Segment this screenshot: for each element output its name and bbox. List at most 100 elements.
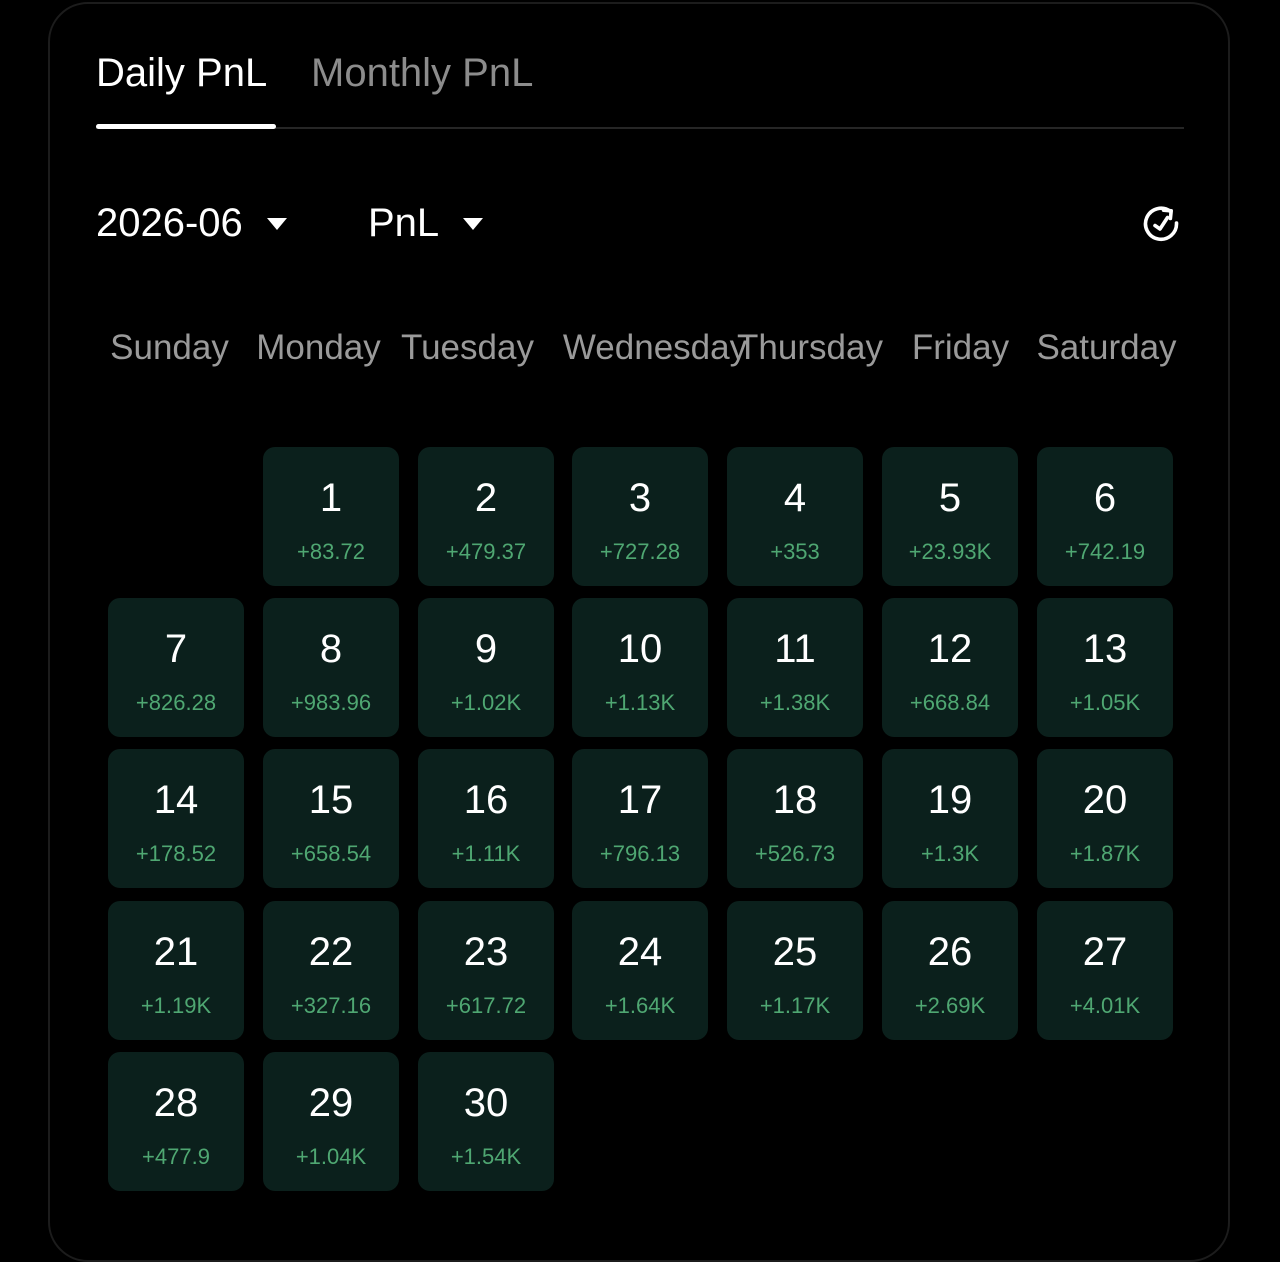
calendar-day-cell[interactable]: 10 +1.13K	[572, 598, 708, 737]
day-pnl-value: +1.3K	[920, 841, 980, 866]
day-number: 19	[927, 778, 973, 822]
day-number: 26	[927, 930, 973, 974]
day-number: 12	[927, 627, 973, 671]
caret-down-icon	[463, 218, 484, 230]
day-pnl-value: +83.72	[297, 539, 365, 564]
day-number: 13	[1082, 627, 1128, 671]
day-pnl-value: +526.73	[754, 841, 836, 866]
day-number: 20	[1082, 778, 1128, 822]
day-pnl-value: +658.54	[290, 841, 372, 866]
weekday-label: Wednesday	[562, 328, 748, 367]
day-number: 11	[774, 627, 816, 671]
day-pnl-value: +178.52	[135, 841, 217, 866]
calendar-day-cell[interactable]: 16 +1.11K	[418, 749, 554, 888]
calendar-day-cell[interactable]: 28 +477.9	[108, 1052, 244, 1191]
weekday-label: Saturday	[1036, 328, 1177, 367]
calendar-controls: 2026-06 PnL	[96, 190, 1184, 260]
day-number: 7	[164, 627, 188, 671]
day-pnl-value: +1.13K	[604, 690, 676, 715]
calendar-day-cell[interactable]: 24 +1.64K	[572, 901, 708, 1040]
day-pnl-value: +353	[770, 539, 820, 564]
calendar-day-cell[interactable]: 9 +1.02K	[418, 598, 554, 737]
day-number: 1	[319, 476, 343, 520]
calendar-day-cell[interactable]: 20 +1.87K	[1037, 749, 1173, 888]
day-pnl-value: +479.37	[445, 539, 527, 564]
day-pnl-value: +796.13	[599, 841, 681, 866]
calendar-grid: 1 +83.72 2 +479.37 3 +727.28 4 +353 5 +23.93K 6 +74…	[108, 447, 1173, 1192]
pnl-tabs: Daily PnL Monthly PnL	[96, 40, 1184, 130]
day-pnl-value: +1.17K	[759, 993, 831, 1018]
calendar-day-cell[interactable]: 26 +2.69K	[882, 901, 1018, 1040]
day-pnl-value: +1.04K	[295, 1144, 367, 1169]
day-pnl-value: +742.19	[1064, 539, 1146, 564]
calendar-day-cell[interactable]: 22 +327.16	[263, 901, 399, 1040]
weekday-label: Monday	[256, 328, 381, 367]
weekday-header: Sunday Monday Tuesday Wednesday Thursday…	[104, 325, 1186, 375]
tab-daily-pnl[interactable]: Daily PnL	[96, 50, 267, 96]
day-pnl-value: +1.38K	[759, 690, 831, 715]
month-dropdown[interactable]: 2026-06	[96, 200, 287, 246]
calendar-day-cell[interactable]: 27 +4.01K	[1037, 901, 1173, 1040]
calendar-day-cell[interactable]: 5 +23.93K	[882, 447, 1018, 586]
day-pnl-value: +983.96	[290, 690, 372, 715]
day-number: 21	[153, 930, 199, 974]
calendar-day-cell[interactable]: 11 +1.38K	[727, 598, 863, 737]
calendar-day-cell[interactable]: 19 +1.3K	[882, 749, 1018, 888]
calendar-day-cell[interactable]: 14 +178.52	[108, 749, 244, 888]
day-number: 15	[308, 778, 354, 822]
day-number: 6	[1093, 476, 1117, 520]
day-number: 18	[772, 778, 818, 822]
calendar-day-cell[interactable]: 3 +727.28	[572, 447, 708, 586]
calendar-day-cell[interactable]: 30 +1.54K	[418, 1052, 554, 1191]
day-number: 16	[463, 778, 509, 822]
active-tab-indicator	[96, 124, 276, 129]
calendar-day-cell[interactable]: 7 +826.28	[108, 598, 244, 737]
refresh-icon	[1143, 206, 1179, 242]
day-pnl-value: +1.87K	[1069, 841, 1141, 866]
day-pnl-value: +23.93K	[908, 539, 992, 564]
calendar-day-cell[interactable]: 29 +1.04K	[263, 1052, 399, 1191]
day-number: 3	[628, 476, 652, 520]
calendar-day-cell[interactable]: 8 +983.96	[263, 598, 399, 737]
calendar-day-cell[interactable]: 18 +526.73	[727, 749, 863, 888]
calendar-day-cell[interactable]: 2 +479.37	[418, 447, 554, 586]
day-number: 4	[783, 476, 807, 520]
day-pnl-value: +327.16	[290, 993, 372, 1018]
day-pnl-value: +1.02K	[450, 690, 522, 715]
calendar-day-cell[interactable]: 1 +83.72	[263, 447, 399, 586]
day-pnl-value: +1.64K	[604, 993, 676, 1018]
month-dropdown-value: 2026-06	[96, 201, 243, 245]
day-number: 22	[308, 930, 354, 974]
calendar-day-cell[interactable]: 12 +668.84	[882, 598, 1018, 737]
day-pnl-value: +4.01K	[1069, 993, 1141, 1018]
weekday-label: Thursday	[737, 328, 883, 367]
calendar-day-cell[interactable]: 13 +1.05K	[1037, 598, 1173, 737]
day-pnl-value: +727.28	[599, 539, 681, 564]
calendar-day-cell[interactable]: 15 +658.54	[263, 749, 399, 888]
refresh-button[interactable]	[1140, 202, 1182, 244]
tab-monthly-pnl[interactable]: Monthly PnL	[311, 50, 533, 96]
day-number: 27	[1082, 930, 1128, 974]
day-number: 29	[308, 1081, 354, 1125]
weekday-label: Tuesday	[401, 328, 534, 367]
day-pnl-value: +477.9	[142, 1144, 210, 1169]
day-number: 28	[153, 1081, 199, 1125]
day-pnl-value: +1.19K	[140, 993, 212, 1018]
weekday-label: Friday	[911, 328, 1010, 367]
calendar-day-cell[interactable]: 6 +742.19	[1037, 447, 1173, 586]
day-pnl-value: +826.28	[135, 690, 217, 715]
day-number: 9	[474, 627, 498, 671]
day-number: 8	[319, 627, 343, 671]
calendar-day-cell[interactable]: 21 +1.19K	[108, 901, 244, 1040]
calendar-day-cell[interactable]: 17 +796.13	[572, 749, 708, 888]
metric-dropdown[interactable]: PnL	[368, 200, 484, 246]
calendar-day-cell[interactable]: 23 +617.72	[418, 901, 554, 1040]
calendar-day-cell[interactable]: 25 +1.17K	[727, 901, 863, 1040]
day-pnl-value: +1.05K	[1069, 690, 1141, 715]
day-number: 23	[463, 930, 509, 974]
day-number: 17	[617, 778, 663, 822]
day-number: 5	[938, 476, 962, 520]
day-number: 24	[617, 930, 663, 974]
day-pnl-value: +617.72	[445, 993, 527, 1018]
calendar-day-cell[interactable]: 4 +353	[727, 447, 863, 586]
